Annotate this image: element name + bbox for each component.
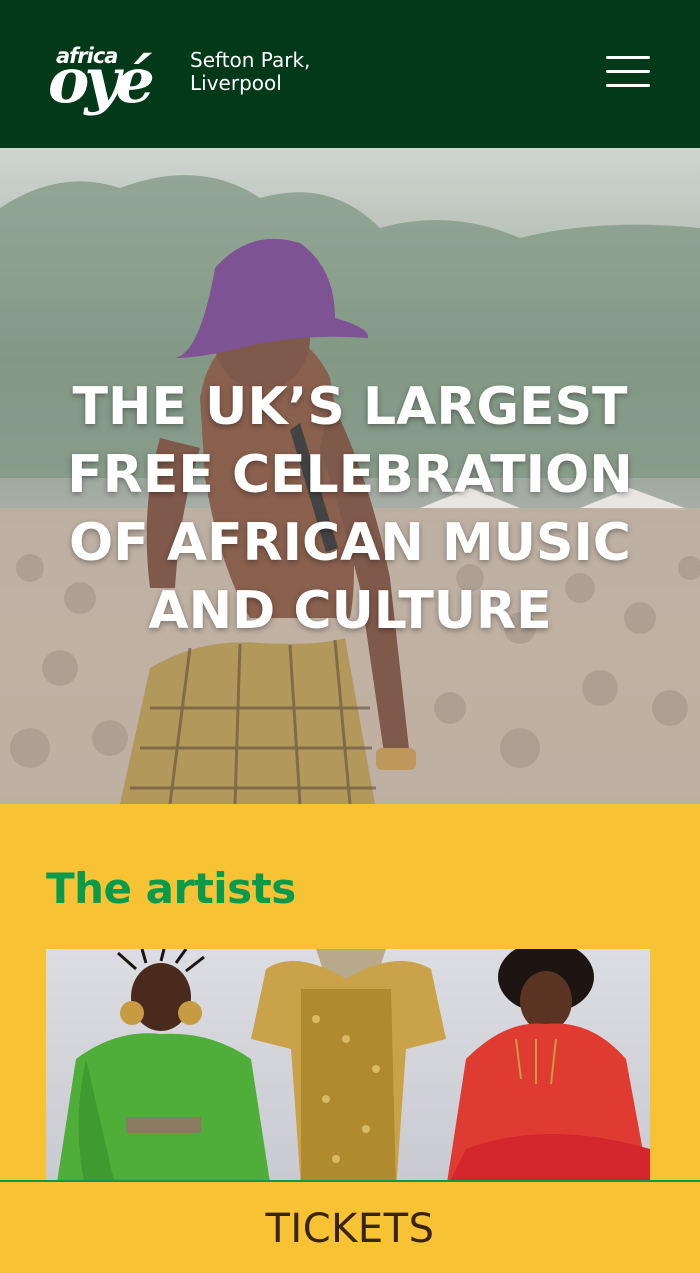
tickets-button[interactable]: TICKETS [0,1180,700,1273]
artists-illustration [56,949,650,1189]
hamburger-menu-icon-bar [606,84,650,87]
menu-button[interactable] [606,56,650,90]
hamburger-menu-icon-bar [606,70,650,73]
artists-heading: The artists [46,864,296,913]
hamburger-menu-icon [606,56,650,59]
hero-banner: THE UK’S LARGEST FREE CELEBRATION OF AFR… [0,148,700,804]
africa-oye-logo[interactable]: africa oyé [46,28,160,116]
site-header: africa oyé Sefton Park, Liverpool [0,0,700,148]
event-location: Sefton Park, Liverpool [190,48,311,95]
artists-photo[interactable] [46,949,650,1189]
hero-headline: THE UK’S LARGEST FREE CELEBRATION OF AFR… [67,377,633,641]
tickets-label: TICKETS [265,1206,435,1252]
logo-wordmark-big: oyé [48,44,155,117]
